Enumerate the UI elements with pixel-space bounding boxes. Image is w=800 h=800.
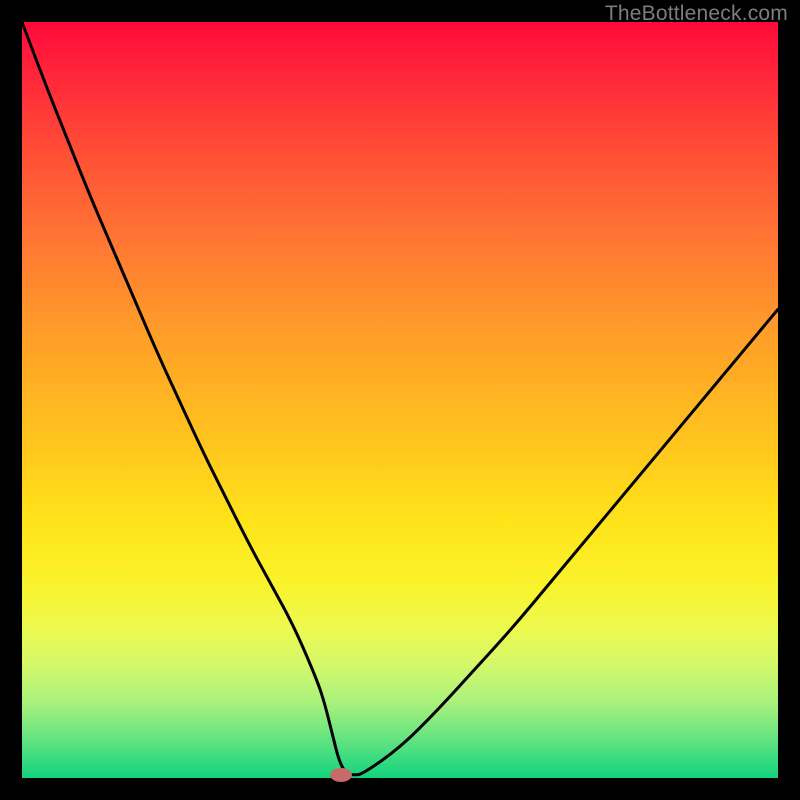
watermark-text: TheBottleneck.com bbox=[605, 2, 788, 26]
curve-layer bbox=[22, 22, 778, 778]
bottleneck-curve bbox=[22, 22, 778, 775]
minimum-marker bbox=[330, 768, 352, 782]
chart-frame: TheBottleneck.com bbox=[0, 0, 800, 800]
